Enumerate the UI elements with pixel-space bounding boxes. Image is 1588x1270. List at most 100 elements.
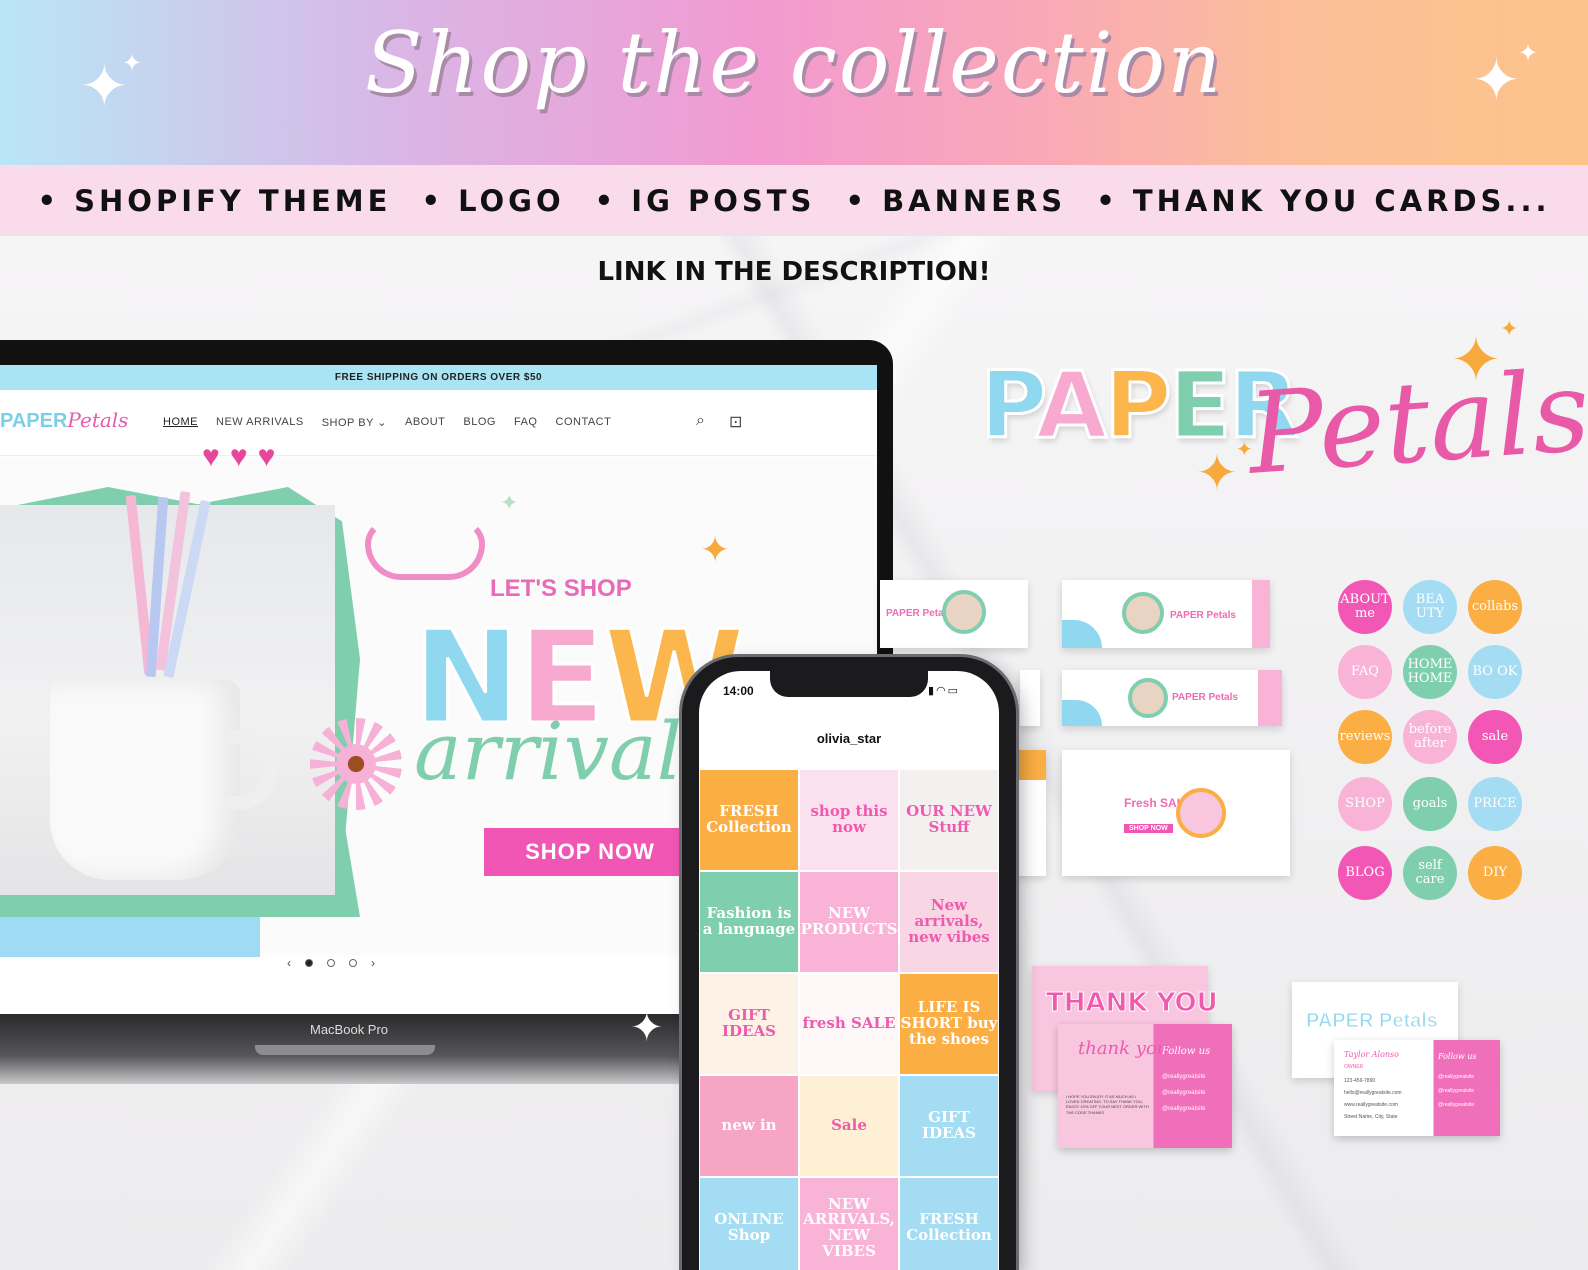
device-label: MacBook Pro bbox=[310, 1022, 389, 1037]
ig-post-tile[interactable]: NEW ARRIVALS, NEW VIBES bbox=[800, 1178, 898, 1270]
highlight-price[interactable]: PRICE bbox=[1468, 777, 1522, 831]
ig-post-tile[interactable]: LIFE IS SHORT buy the shoes bbox=[900, 974, 998, 1074]
logo-petals: Petals bbox=[67, 408, 129, 432]
ig-post-tile[interactable]: shop this now bbox=[800, 770, 898, 870]
thank-you-message: I HOPE YOU ENJOY IT AS MUCH AS I LOVED C… bbox=[1066, 1094, 1149, 1115]
logo-letter: A bbox=[1034, 351, 1108, 461]
battery-icon: ▭ bbox=[947, 685, 961, 697]
banner-blob bbox=[1252, 580, 1270, 648]
shipping-bar: FREE SHIPPING ON ORDERS OVER $50 bbox=[0, 365, 877, 390]
star-icon: ✦ bbox=[700, 529, 731, 570]
highlight-self-care[interactable]: self care bbox=[1403, 846, 1457, 900]
highlight-before-after[interactable]: before after bbox=[1403, 710, 1457, 764]
thank-you-script: thank you bbox=[1078, 1038, 1169, 1059]
banner-logo: PAPER Petals bbox=[1170, 610, 1236, 621]
ig-post-tile[interactable]: OUR NEW Stuff bbox=[900, 770, 998, 870]
phone-notch bbox=[770, 669, 928, 697]
banner-photo bbox=[1122, 592, 1164, 634]
nav-blog[interactable]: BLOG bbox=[463, 416, 496, 429]
thank-you-card-front: thank you I HOPE YOU ENJOY IT AS MUCH AS… bbox=[1058, 1024, 1232, 1148]
slider-next-icon[interactable]: › bbox=[371, 956, 375, 970]
highlight-home[interactable]: HOME HOME bbox=[1403, 645, 1457, 699]
slider-dot[interactable] bbox=[327, 959, 335, 967]
star-icon: ✦ bbox=[1196, 445, 1238, 501]
slider-dot[interactable] bbox=[305, 959, 313, 967]
highlight-beauty[interactable]: BEA UTY bbox=[1403, 580, 1457, 634]
feature-item: • SHOPIFY THEME bbox=[37, 183, 392, 218]
business-card-logo: PAPER Petals bbox=[1306, 1010, 1439, 1033]
ig-post-text: OUR NEW Stuff bbox=[906, 802, 992, 836]
banner-card: PAPER Petals bbox=[1062, 670, 1282, 726]
business-card-handle: @reallygreatsite bbox=[1438, 1074, 1475, 1080]
banner-title: Shop the collection bbox=[364, 14, 1224, 112]
profile-username[interactable]: olivia_star bbox=[699, 731, 999, 746]
nav-home[interactable]: HOME bbox=[163, 416, 198, 429]
highlight-reviews[interactable]: reviews bbox=[1338, 710, 1392, 764]
thank-you-handle: @reallygreatsite bbox=[1162, 1106, 1206, 1112]
nav-faq[interactable]: FAQ bbox=[514, 416, 538, 429]
shop-now-button[interactable]: SHOP NOW bbox=[484, 828, 696, 876]
ig-post-tile[interactable]: NEW PRODUCTS bbox=[800, 872, 898, 972]
ig-post-tile[interactable]: Sale bbox=[800, 1076, 898, 1176]
highlight-diy[interactable]: DIY bbox=[1468, 846, 1522, 900]
nav-about[interactable]: ABOUT bbox=[405, 416, 445, 429]
highlight-collabs[interactable]: collabs bbox=[1468, 580, 1522, 634]
highlight-goals[interactable]: goals bbox=[1403, 777, 1457, 831]
highlight-shop[interactable]: SHOP bbox=[1338, 777, 1392, 831]
ig-post-tile[interactable]: New arrivals, new vibes bbox=[900, 872, 998, 972]
ig-post-tile[interactable]: ONLINE Shop bbox=[700, 1178, 798, 1270]
highlight-blog[interactable]: BLOG bbox=[1338, 846, 1392, 900]
nav-shop-by[interactable]: SHOP BY ⌄ bbox=[322, 416, 387, 429]
ig-post-tile[interactable]: Fashion is a language bbox=[700, 872, 798, 972]
ig-post-text: FRESH Collection bbox=[706, 802, 792, 836]
mug-handle bbox=[228, 730, 278, 810]
ig-post-tile[interactable]: new in bbox=[700, 1076, 798, 1176]
thank-you-follow: Follow us bbox=[1162, 1046, 1211, 1057]
ig-post-text: GIFT IDEAS bbox=[722, 1006, 776, 1040]
slider-dot[interactable] bbox=[349, 959, 357, 967]
business-card-handle: @reallygreatsite bbox=[1438, 1088, 1475, 1094]
thank-you-title: THANK YOU bbox=[1046, 988, 1219, 1019]
banner-card: PAPER Petals bbox=[1062, 580, 1270, 648]
ig-post-tile[interactable]: fresh SALE bbox=[800, 974, 898, 1074]
hero-photo bbox=[0, 491, 335, 895]
mug bbox=[50, 680, 240, 880]
feature-item: • LOGO bbox=[421, 183, 565, 218]
highlight-faq[interactable]: FAQ bbox=[1338, 645, 1392, 699]
banner-blob bbox=[1062, 700, 1102, 726]
site-logo[interactable]: PAPERPetals bbox=[0, 408, 128, 433]
nav-contact[interactable]: CONTACT bbox=[556, 416, 612, 429]
banner-photo bbox=[942, 590, 986, 634]
banner-blob bbox=[1014, 750, 1046, 780]
ig-post-text: Fashion is a language bbox=[702, 904, 796, 938]
star-icon: ✦ bbox=[1500, 316, 1519, 341]
business-card-email: hello@reallygreatsite.com bbox=[1344, 1090, 1402, 1096]
hearts-icon: ♥♥♥ bbox=[202, 440, 286, 473]
ig-post-tile[interactable]: GIFT IDEAS bbox=[900, 1076, 998, 1176]
search-icon[interactable]: ⌕ bbox=[696, 412, 705, 430]
ig-post-text: new in bbox=[721, 1116, 777, 1135]
sparkle-icon: ✦ bbox=[1472, 48, 1521, 113]
feature-item: • THANK YOU CARDS... bbox=[1096, 183, 1551, 218]
ig-post-text: FRESH Collection bbox=[906, 1210, 992, 1244]
feature-item: • IG POSTS bbox=[594, 183, 816, 218]
ig-post-tile[interactable]: FRESH Collection bbox=[900, 1178, 998, 1270]
ig-post-tile[interactable]: GIFT IDEAS bbox=[700, 974, 798, 1074]
cart-icon[interactable]: ⊡ bbox=[729, 412, 742, 432]
highlight-sale[interactable]: sale bbox=[1468, 710, 1522, 764]
ig-post-text: shop this now bbox=[810, 802, 888, 836]
ig-post-tile[interactable]: FRESH Collection bbox=[700, 770, 798, 870]
ig-post-text: fresh SALE bbox=[802, 1014, 896, 1033]
star-icon: ✦ bbox=[1450, 326, 1502, 395]
highlight-book[interactable]: BO OK bbox=[1468, 645, 1522, 699]
highlight-about[interactable]: ABOUT me bbox=[1338, 580, 1392, 634]
business-card-front: Taylor Alonso OWNER 123-456-7890 hello@r… bbox=[1334, 1040, 1500, 1136]
sparkle-icon: ✦ bbox=[630, 1006, 664, 1050]
business-card-name: Taylor Alonso bbox=[1344, 1050, 1399, 1059]
nav-new-arrivals[interactable]: NEW ARRIVALS bbox=[216, 416, 304, 429]
ig-post-text: LIFE IS SHORT buy the shoes bbox=[900, 998, 998, 1048]
slider-prev-icon[interactable]: ‹ bbox=[287, 956, 291, 970]
banner-card: PAPER Petals bbox=[880, 580, 1028, 648]
ig-grid: FRESH Collection shop this now OUR NEW Stu… bbox=[700, 770, 998, 1270]
logo-letter: P bbox=[979, 351, 1041, 461]
